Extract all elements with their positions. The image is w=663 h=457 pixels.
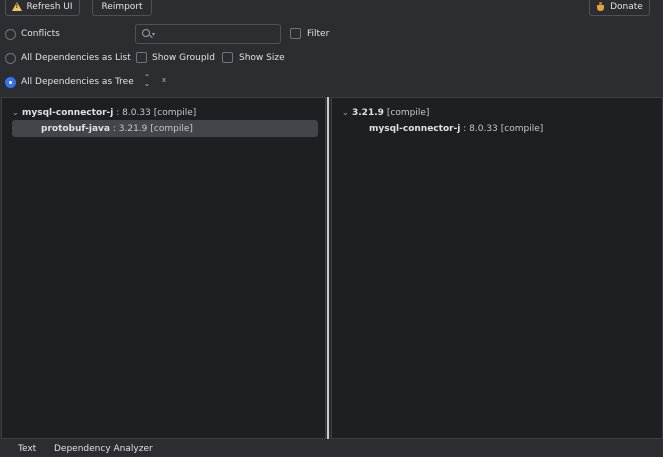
artifact-version: 8.0.33 xyxy=(469,123,498,134)
usage-row-child[interactable]: mysql-connector-j : 8.0.33 [compile] xyxy=(369,120,543,137)
refresh-ui-button[interactable]: Refresh UI xyxy=(5,0,80,16)
artifact-scope: [compile] xyxy=(386,107,430,118)
artifact-version: 8.0.33 xyxy=(122,107,151,118)
usage-row-root[interactable]: ⌄ 3.21.9 [compile] xyxy=(342,104,429,121)
search-field[interactable]: ▾ xyxy=(135,24,281,44)
artifact-scope: [compile] xyxy=(150,123,193,134)
donate-button[interactable]: Donate xyxy=(589,0,650,16)
chevron-down-icon[interactable]: ⌄ xyxy=(12,108,22,117)
conflicts-label: Conflicts xyxy=(21,29,60,39)
show-size-label: Show Size xyxy=(239,53,285,63)
filter-label: Filter xyxy=(307,29,330,39)
separator: : xyxy=(113,107,123,118)
list-mode-label: All Dependencies as List xyxy=(21,53,131,63)
show-groupid-checkbox[interactable] xyxy=(136,52,147,63)
separator: : xyxy=(110,123,119,134)
artifact-name: mysql-connector-j xyxy=(369,123,461,134)
refresh-ui-label: Refresh UI xyxy=(26,1,73,12)
tab-dependency-analyzer[interactable]: Dependency Analyzer xyxy=(54,444,153,454)
reimport-label: Reimport xyxy=(101,1,143,12)
coffee-icon xyxy=(596,1,606,12)
artifact-name: mysql-connector-j xyxy=(22,107,114,118)
artifact-scope: [compile] xyxy=(153,107,197,118)
list-mode-radio[interactable] xyxy=(5,53,16,64)
tree-mode-label: All Dependencies as Tree xyxy=(21,77,134,87)
show-size-checkbox[interactable] xyxy=(222,52,233,63)
dependency-analyzer-window: Refresh UI Reimport Donate Conflicts ▾ F… xyxy=(0,0,663,457)
tab-text[interactable]: Text xyxy=(18,444,36,454)
donate-label: Donate xyxy=(610,1,643,12)
artifact-scope: [compile] xyxy=(500,123,544,134)
collapse-all-icon[interactable]: ⌄ ⌃ xyxy=(160,74,168,88)
artifact-version: 3.21.9 xyxy=(118,123,148,134)
tree-row-root[interactable]: ⌄ mysql-connector-j : 8.0.33 [compile] xyxy=(12,104,196,121)
search-input[interactable] xyxy=(160,27,276,41)
reimport-button[interactable]: Reimport xyxy=(92,0,152,16)
tree-mode-radio[interactable] xyxy=(5,77,16,88)
separator: : xyxy=(460,123,470,134)
search-icon xyxy=(142,29,150,37)
expand-all-icon[interactable]: ⌃ ⌄ xyxy=(143,74,151,88)
tree-row-child[interactable]: protobuf-java : 3.21.9 [compile] xyxy=(12,120,318,137)
artifact-version: 3.21.9 xyxy=(352,107,384,118)
show-groupid-label: Show GroupId xyxy=(152,53,215,63)
conflicts-radio[interactable] xyxy=(5,29,16,40)
filter-checkbox[interactable] xyxy=(290,28,301,39)
dependency-tree-panel[interactable]: ⌄ mysql-connector-j : 8.0.33 [compile] p… xyxy=(1,97,326,439)
warning-icon xyxy=(12,2,23,11)
usage-tree-panel[interactable]: ⌄ 3.21.9 [compile] mysql-connector-j : 8… xyxy=(331,97,663,439)
artifact-name: protobuf-java xyxy=(41,123,110,134)
search-dropdown-icon[interactable]: ▾ xyxy=(152,31,155,38)
chevron-down-icon[interactable]: ⌄ xyxy=(342,108,352,117)
